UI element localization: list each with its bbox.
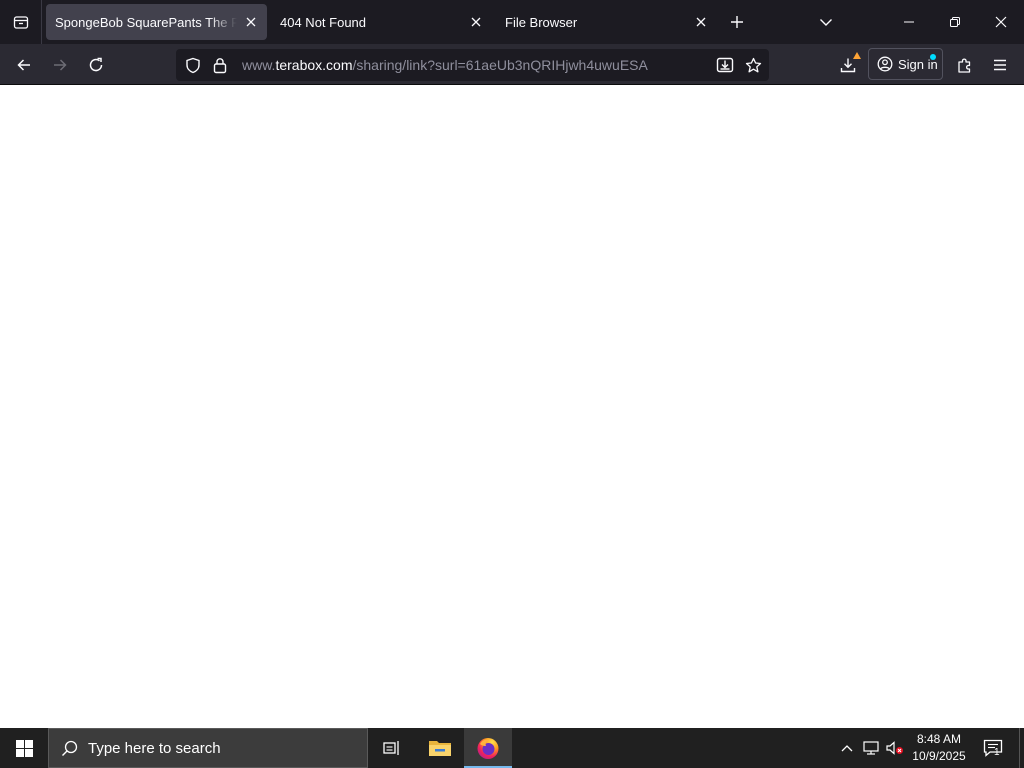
windows-taskbar: Type here to search 8:48 AM 10/9/2025 1 bbox=[0, 728, 1024, 768]
url-path: /sharing/link?surl=61aeUb3nQRIHjwh4uwuES… bbox=[352, 57, 648, 73]
page-content-blank[interactable] bbox=[0, 85, 1024, 728]
taskbar-search-box[interactable]: Type here to search bbox=[48, 728, 368, 768]
clock-time: 8:48 AM bbox=[916, 732, 962, 746]
restore-button[interactable] bbox=[932, 0, 978, 44]
tab-close-button[interactable] bbox=[693, 14, 709, 30]
url-prefix: www. bbox=[242, 57, 276, 73]
close-icon bbox=[246, 17, 256, 27]
url-text[interactable]: www.terabox.com/sharing/link?surl=61aeUb… bbox=[242, 57, 648, 73]
forward-button[interactable] bbox=[45, 50, 75, 80]
tab-spongebob[interactable]: SpongeBob SquarePants The Patrick bbox=[46, 4, 267, 40]
plus-icon bbox=[731, 16, 743, 28]
reload-button[interactable] bbox=[81, 50, 111, 80]
search-icon bbox=[62, 740, 78, 756]
volume-tray-button[interactable] bbox=[884, 728, 906, 768]
application-menu-button[interactable] bbox=[985, 50, 1015, 80]
download-attention-badge bbox=[853, 52, 861, 59]
show-desktop-button[interactable] bbox=[1019, 728, 1024, 768]
save-to-pocket-icon bbox=[716, 57, 734, 73]
star-icon bbox=[745, 57, 761, 72]
clock-date: 10/9/2025 bbox=[912, 749, 966, 763]
tracking-protection-button[interactable] bbox=[178, 57, 208, 74]
downloads-button[interactable] bbox=[833, 50, 863, 80]
sign-in-button[interactable]: Sign in bbox=[868, 48, 943, 80]
screen: SpongeBob SquarePants The Patrick 404 No… bbox=[0, 0, 1024, 768]
site-identity-button[interactable] bbox=[208, 57, 232, 74]
show-hidden-icons-button[interactable] bbox=[836, 728, 858, 768]
taskbar-file-explorer[interactable] bbox=[416, 728, 464, 768]
tab-close-button[interactable] bbox=[243, 14, 259, 30]
list-all-tabs-button[interactable] bbox=[0, 0, 42, 44]
sign-in-indicator-dot bbox=[930, 54, 936, 60]
notification-count: 1 bbox=[994, 747, 1000, 758]
minimize-icon bbox=[904, 21, 914, 23]
save-to-pocket-button[interactable] bbox=[712, 53, 738, 77]
file-explorer-icon bbox=[429, 741, 451, 756]
action-center-button[interactable]: 1 bbox=[978, 728, 1008, 768]
account-icon bbox=[877, 56, 893, 72]
tab-title: 404 Not Found bbox=[280, 14, 367, 30]
task-view-button[interactable] bbox=[368, 728, 416, 768]
network-tray-button[interactable] bbox=[860, 728, 882, 768]
menu-icon bbox=[994, 59, 1006, 71]
close-icon bbox=[471, 17, 481, 27]
url-bar[interactable]: www.terabox.com/sharing/link?surl=61aeUb… bbox=[176, 49, 769, 81]
back-icon bbox=[17, 59, 30, 71]
firefox-icon bbox=[477, 738, 499, 759]
new-tab-button[interactable] bbox=[723, 8, 751, 36]
volume-muted-icon bbox=[886, 741, 903, 755]
taskbar-clock[interactable]: 8:48 AM 10/9/2025 bbox=[906, 728, 972, 768]
tab-file-browser[interactable]: File Browser bbox=[496, 4, 717, 40]
task-view-icon bbox=[383, 741, 399, 755]
tab-title: File Browser bbox=[505, 14, 578, 30]
tab-strip: SpongeBob SquarePants The Patrick 404 No… bbox=[0, 0, 1024, 44]
tabs-dropdown-button[interactable] bbox=[812, 8, 840, 36]
shield-icon bbox=[186, 57, 200, 73]
close-window-button[interactable] bbox=[978, 0, 1024, 44]
extensions-icon bbox=[958, 58, 971, 73]
extensions-button[interactable] bbox=[950, 50, 980, 80]
windows-start-icon bbox=[15, 739, 33, 757]
list-all-tabs-icon bbox=[13, 16, 28, 29]
reload-icon bbox=[89, 57, 103, 72]
bookmark-star-button[interactable] bbox=[740, 53, 766, 77]
lock-icon bbox=[213, 57, 227, 73]
navigation-toolbar: www.terabox.com/sharing/link?surl=61aeUb… bbox=[0, 44, 1024, 85]
close-icon bbox=[696, 17, 706, 27]
tab-title: SpongeBob SquarePants The Patrick bbox=[55, 14, 237, 30]
chevron-up-icon bbox=[841, 745, 853, 752]
back-button[interactable] bbox=[9, 50, 39, 80]
download-icon bbox=[840, 58, 856, 73]
restore-icon bbox=[950, 17, 960, 27]
network-icon bbox=[863, 741, 879, 755]
search-placeholder: Type here to search bbox=[88, 739, 221, 757]
tab-404-not-found[interactable]: 404 Not Found bbox=[271, 4, 492, 40]
minimize-button[interactable] bbox=[886, 0, 932, 44]
forward-icon bbox=[54, 59, 67, 71]
taskbar-firefox[interactable] bbox=[464, 728, 512, 768]
notifications-icon bbox=[983, 739, 1003, 757]
url-host: terabox.com bbox=[275, 57, 353, 73]
start-button[interactable] bbox=[0, 728, 48, 768]
tab-close-button[interactable] bbox=[468, 14, 484, 30]
close-icon bbox=[995, 16, 1007, 28]
chevron-down-icon bbox=[820, 19, 832, 26]
